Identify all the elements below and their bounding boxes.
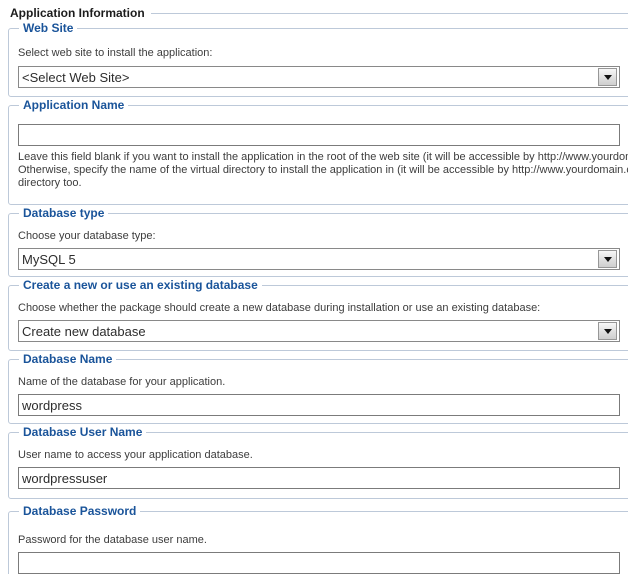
group-database-password: Database Password Password for the datab… (8, 504, 628, 574)
application-name-input[interactable] (18, 124, 620, 146)
description-line: Leave this field blank if you want to in… (18, 151, 628, 163)
group-title-application-name: Application Name (19, 98, 129, 113)
web-site-select[interactable]: <Select Web Site> (18, 66, 620, 88)
web-site-label: Select web site to install the applicati… (18, 47, 213, 59)
application-information-panel: Application Information Web Site Select … (0, 0, 628, 574)
web-site-dropdown-button[interactable] (598, 68, 617, 86)
database-name-label: Name of the database for your applicatio… (18, 376, 226, 388)
chevron-down-icon (603, 256, 612, 262)
database-password-label: Password for the database user name. (18, 534, 207, 546)
header-rule (150, 12, 628, 14)
group-title-web-site: Web Site (19, 21, 78, 36)
database-type-selected-value: MySQL 5 (22, 251, 76, 267)
database-type-label: Choose your database type: (18, 230, 156, 242)
chevron-down-icon (603, 74, 612, 80)
group-title-database-password: Database Password (19, 504, 141, 519)
database-mode-selected-value: Create new database (22, 323, 146, 339)
group-database-mode: Create a new or use an existing database… (8, 278, 628, 351)
database-password-input[interactable] (18, 552, 620, 574)
group-database-type: Database type Choose your database type:… (8, 206, 628, 277)
page-title: Application Information (10, 6, 145, 20)
chevron-down-icon (603, 328, 612, 334)
database-mode-label: Choose whether the package should create… (18, 302, 541, 314)
description-line: directory too. (18, 177, 82, 189)
description-line: Otherwise, specify the name of the virtu… (18, 164, 628, 176)
database-type-dropdown-button[interactable] (598, 250, 617, 268)
web-site-selected-value: <Select Web Site> (22, 69, 130, 85)
database-user-name-input[interactable] (18, 467, 620, 489)
application-name-description: Leave this field blank if you want to in… (18, 151, 628, 190)
group-title-database-type: Database type (19, 206, 109, 221)
group-database-user-name: Database User Name User name to access y… (8, 425, 628, 499)
group-database-name: Database Name Name of the database for y… (8, 352, 628, 424)
database-mode-dropdown-button[interactable] (598, 322, 617, 340)
database-type-select[interactable]: MySQL 5 (18, 248, 620, 270)
database-mode-select[interactable]: Create new database (18, 320, 620, 342)
database-user-name-label: User name to access your application dat… (18, 449, 253, 461)
group-title-database-user-name: Database User Name (19, 425, 147, 440)
panel-header: Application Information (0, 0, 628, 20)
group-application-name: Application Name Leave this field blank … (8, 98, 628, 205)
group-web-site: Web Site Select web site to install the … (8, 21, 628, 97)
group-title-database-name: Database Name (19, 352, 117, 367)
database-name-input[interactable] (18, 394, 620, 416)
group-title-database-mode: Create a new or use an existing database (19, 278, 262, 293)
